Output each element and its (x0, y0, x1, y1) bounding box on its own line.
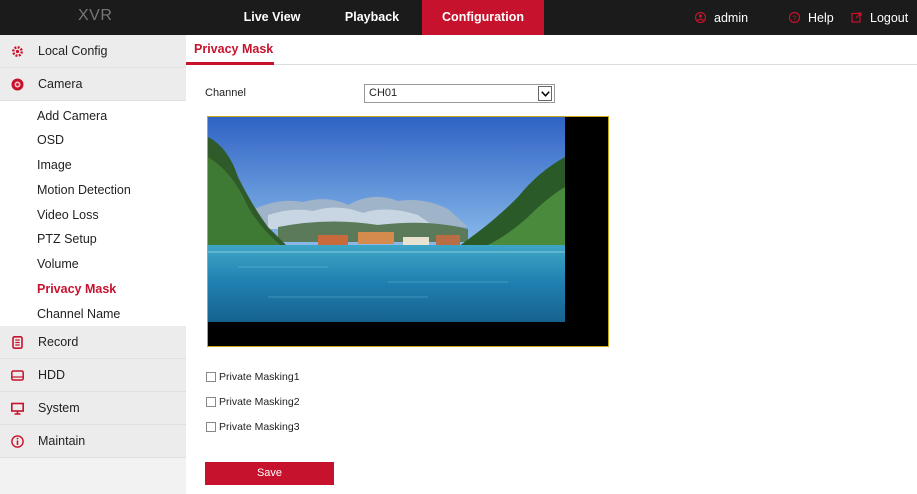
username: admin (714, 10, 749, 25)
sidebar-item-local-config[interactable]: Local Config (0, 35, 186, 68)
gear-icon (10, 44, 24, 58)
channel-label: Channel (205, 87, 246, 99)
logo: XVR (78, 7, 113, 24)
sidebar-item-label: Maintain (38, 434, 86, 448)
private-masking-1-checkbox[interactable] (206, 372, 216, 382)
submenu-motion-detection[interactable]: Motion Detection (37, 183, 131, 197)
tab-configuration[interactable]: Configuration (422, 0, 544, 35)
content-tab-bar: Privacy Mask (186, 35, 917, 65)
submenu-channel-name[interactable]: Channel Name (37, 307, 120, 321)
active-tab-underline (186, 62, 274, 65)
sidebar-item-label: Local Config (38, 44, 108, 58)
private-masking-1[interactable]: Private Masking1 (206, 371, 300, 383)
sidebar-item-label: Camera (38, 77, 83, 91)
camera-icon (10, 77, 24, 91)
sidebar-item-camera[interactable]: Camera (0, 68, 186, 101)
user-menu[interactable]: admin (695, 0, 748, 35)
help-label: Help (808, 10, 834, 25)
save-button[interactable]: Save (205, 462, 334, 485)
submenu-ptz-setup[interactable]: PTZ Setup (37, 232, 97, 246)
private-masking-3-checkbox[interactable] (206, 422, 216, 432)
submenu-osd[interactable]: OSD (37, 133, 64, 147)
top-navigation-bar: XVR Live View Playback Configuration adm… (0, 0, 917, 35)
sidebar-item-record[interactable]: Record (0, 326, 186, 359)
channel-select[interactable]: CH01 (364, 84, 555, 103)
sidebar-item-hdd[interactable]: HDD (0, 359, 186, 392)
hdd-icon (10, 368, 24, 382)
sidebar-item-system[interactable]: System (0, 392, 186, 425)
sidebar-item-label: HDD (38, 368, 66, 382)
private-masking-2-label: Private Masking2 (219, 396, 300, 408)
sidebar-item-maintain[interactable]: Maintain (0, 425, 186, 458)
help-link[interactable]: ? Help (789, 0, 834, 35)
submenu-add-camera[interactable]: Add Camera (37, 109, 107, 123)
private-masking-3[interactable]: Private Masking3 (206, 421, 300, 433)
record-icon (10, 335, 24, 349)
private-masking-1-label: Private Masking1 (219, 371, 300, 383)
private-masking-3-label: Private Masking3 (219, 421, 300, 433)
sidebar-item-label: System (38, 401, 80, 415)
camera-submenu: Add Camera OSD Image Motion Detection Vi… (0, 101, 186, 326)
user-icon (695, 12, 706, 23)
logout-label: Logout (870, 10, 909, 25)
logout-icon (851, 12, 862, 23)
private-masking-2[interactable]: Private Masking2 (206, 396, 300, 408)
private-masking-2-checkbox[interactable] (206, 397, 216, 407)
svg-text:?: ? (792, 13, 796, 22)
tab-privacy-mask[interactable]: Privacy Mask (194, 42, 273, 56)
tab-live-view[interactable]: Live View (222, 0, 322, 35)
submenu-video-loss[interactable]: Video Loss (37, 208, 99, 222)
tab-playback[interactable]: Playback (322, 0, 422, 35)
sidebar-item-label: Record (38, 335, 79, 349)
submenu-image[interactable]: Image (37, 158, 72, 172)
logout-link[interactable]: Logout (851, 0, 908, 35)
monitor-icon (10, 401, 24, 415)
submenu-privacy-mask[interactable]: Privacy Mask (37, 282, 116, 296)
info-icon (10, 434, 24, 448)
help-icon: ? (789, 12, 800, 23)
video-preview[interactable] (207, 116, 609, 347)
sidebar: Local Config Camera Add Camera OSD Image… (0, 35, 186, 494)
channel-value: CH01 (369, 87, 398, 99)
camera-preview-image (208, 117, 565, 322)
submenu-volume[interactable]: Volume (37, 257, 79, 271)
chevron-down-icon (538, 86, 552, 101)
